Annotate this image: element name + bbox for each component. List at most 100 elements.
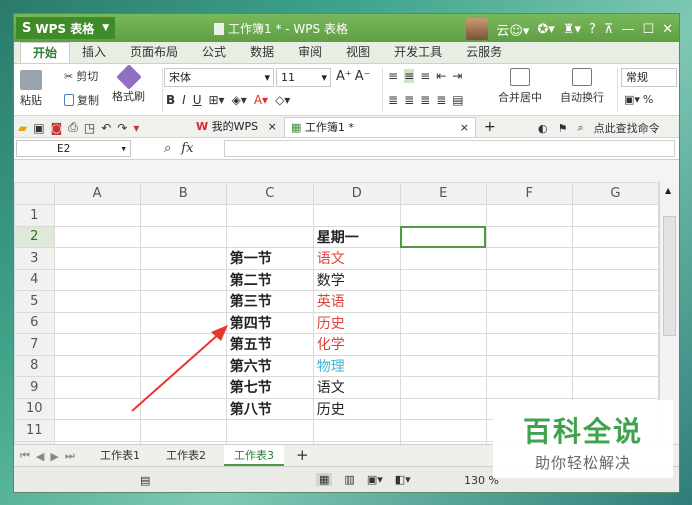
- row-header[interactable]: 9: [14, 376, 55, 399]
- cell-g5[interactable]: [571, 290, 659, 313]
- number-format-select[interactable]: 常规: [621, 68, 677, 87]
- cell-g6[interactable]: [571, 311, 659, 334]
- cell-f6[interactable]: [485, 311, 573, 334]
- cell-b2[interactable]: [139, 225, 227, 248]
- cell-c8[interactable]: 第六节: [225, 354, 314, 377]
- cell-d10[interactable]: 历史: [312, 397, 401, 420]
- help-button[interactable]: ?: [589, 22, 596, 37]
- normal-view-icon[interactable]: ▦: [316, 473, 333, 486]
- flag-icon[interactable]: ⚑: [558, 122, 568, 135]
- save-icon[interactable]: ▣: [33, 121, 44, 135]
- page-break-view-icon[interactable]: ▥: [344, 473, 354, 486]
- align-center-icon[interactable]: ≣: [404, 93, 414, 107]
- row-header[interactable]: 10: [14, 397, 55, 420]
- cell-a8[interactable]: [53, 354, 141, 377]
- cell-b11[interactable]: [139, 419, 227, 442]
- column-header-e[interactable]: E: [399, 182, 487, 205]
- first-sheet-icon[interactable]: ⏮: [20, 449, 30, 463]
- scroll-thumb[interactable]: [663, 216, 676, 336]
- cell-b4[interactable]: [139, 268, 227, 291]
- align-right-icon[interactable]: ≣: [420, 93, 430, 107]
- cell-a9[interactable]: [53, 376, 141, 399]
- avatar[interactable]: [466, 18, 489, 40]
- column-header-a[interactable]: A: [53, 182, 141, 205]
- row-header[interactable]: 6: [14, 311, 55, 334]
- tab-cloud[interactable]: 云服务: [454, 42, 514, 63]
- cell-c5[interactable]: 第三节: [225, 290, 314, 313]
- sync-icon[interactable]: ◐: [538, 122, 548, 135]
- cell-b1[interactable]: [139, 204, 227, 227]
- cell-a11[interactable]: [53, 419, 141, 442]
- tab-review[interactable]: 审阅: [286, 42, 334, 63]
- cut-button[interactable]: ✂ 剪切: [64, 68, 98, 84]
- increase-font-icon[interactable]: A⁺: [336, 69, 352, 84]
- cell-e3[interactable]: [399, 247, 487, 270]
- cell-b5[interactable]: [139, 290, 227, 313]
- customize-icon[interactable]: ▾: [133, 121, 139, 135]
- clear-format-icon[interactable]: ◇▾: [275, 93, 290, 107]
- page-layout-icon[interactable]: ▣▾: [367, 473, 383, 486]
- minimize-button[interactable]: —: [621, 22, 634, 37]
- cell-a1[interactable]: [53, 204, 141, 227]
- percent-button[interactable]: ▣▾ %: [624, 93, 653, 106]
- cell-a10[interactable]: [53, 397, 141, 420]
- tab-developer[interactable]: 开发工具: [382, 42, 454, 63]
- last-sheet-icon[interactable]: ⏭: [65, 449, 75, 463]
- cell-b8[interactable]: [139, 354, 227, 377]
- align-left-icon[interactable]: ≣: [388, 93, 398, 107]
- column-header-g[interactable]: G: [571, 182, 659, 205]
- name-box[interactable]: E2 ▾: [16, 140, 131, 157]
- row-header[interactable]: 4: [14, 268, 55, 291]
- row-header[interactable]: 3: [14, 247, 55, 270]
- cell-d3[interactable]: 语文: [312, 247, 401, 270]
- cell-b9[interactable]: [139, 376, 227, 399]
- underline-icon[interactable]: U: [193, 93, 202, 107]
- cell-f7[interactable]: [485, 333, 573, 356]
- cell-c4[interactable]: 第二节: [225, 268, 314, 291]
- cell-c9[interactable]: 第七节: [225, 376, 314, 399]
- cell-e9[interactable]: [399, 376, 487, 399]
- cell-c6[interactable]: 第四节: [225, 311, 314, 334]
- cell-d8[interactable]: 物理: [312, 354, 401, 377]
- cell-b3[interactable]: [139, 247, 227, 270]
- border-icon[interactable]: ⊞▾: [209, 93, 225, 107]
- open-folder-icon[interactable]: ▰: [18, 121, 27, 135]
- cell-e4[interactable]: [399, 268, 487, 291]
- skin-icon[interactable]: ✪▾: [537, 22, 554, 37]
- cell-g2[interactable]: [571, 225, 659, 248]
- cell-g1[interactable]: [571, 204, 659, 227]
- cell-d6[interactable]: 历史: [312, 311, 401, 334]
- format-painter-button[interactable]: 格式刷: [112, 64, 145, 104]
- cell-f4[interactable]: [485, 268, 573, 291]
- cell-a5[interactable]: [53, 290, 141, 313]
- align-bottom-icon[interactable]: ≡: [420, 69, 430, 83]
- macro-icon[interactable]: ▤: [140, 474, 150, 487]
- column-header-b[interactable]: B: [139, 182, 227, 205]
- cell-g4[interactable]: [571, 268, 659, 291]
- cloud-user-icon[interactable]: 云☺▾: [496, 20, 529, 39]
- maximize-button[interactable]: ☐: [642, 22, 654, 37]
- cell-e5[interactable]: [399, 290, 487, 313]
- command-search[interactable]: 点此查找命令: [594, 120, 660, 136]
- reading-mode-icon[interactable]: ◧▾: [395, 473, 411, 486]
- tab-data[interactable]: 数据: [238, 42, 286, 63]
- outdent-icon[interactable]: ⇥: [452, 69, 462, 83]
- new-tab-button[interactable]: +: [478, 117, 502, 137]
- tab-insert[interactable]: 插入: [70, 42, 118, 63]
- prev-sheet-icon[interactable]: ◀: [36, 450, 44, 463]
- tab-page-layout[interactable]: 页面布局: [118, 42, 190, 63]
- undo-icon[interactable]: ↶: [101, 121, 111, 135]
- cell-f1[interactable]: [485, 204, 573, 227]
- cell-d4[interactable]: 数学: [312, 268, 401, 291]
- row-header[interactable]: 8: [14, 354, 55, 377]
- cell-a4[interactable]: [53, 268, 141, 291]
- cell-c10[interactable]: 第八节: [225, 397, 314, 420]
- cell-c11[interactable]: [225, 419, 314, 442]
- cell-c1[interactable]: [225, 204, 314, 227]
- cell-f5[interactable]: [485, 290, 573, 313]
- cell-c2[interactable]: [225, 225, 314, 248]
- cell-b10[interactable]: [139, 397, 227, 420]
- search-icon[interactable]: ⌕: [577, 121, 583, 135]
- select-all-corner[interactable]: [14, 182, 55, 205]
- font-name-select[interactable]: 宋体 ▾: [164, 68, 274, 87]
